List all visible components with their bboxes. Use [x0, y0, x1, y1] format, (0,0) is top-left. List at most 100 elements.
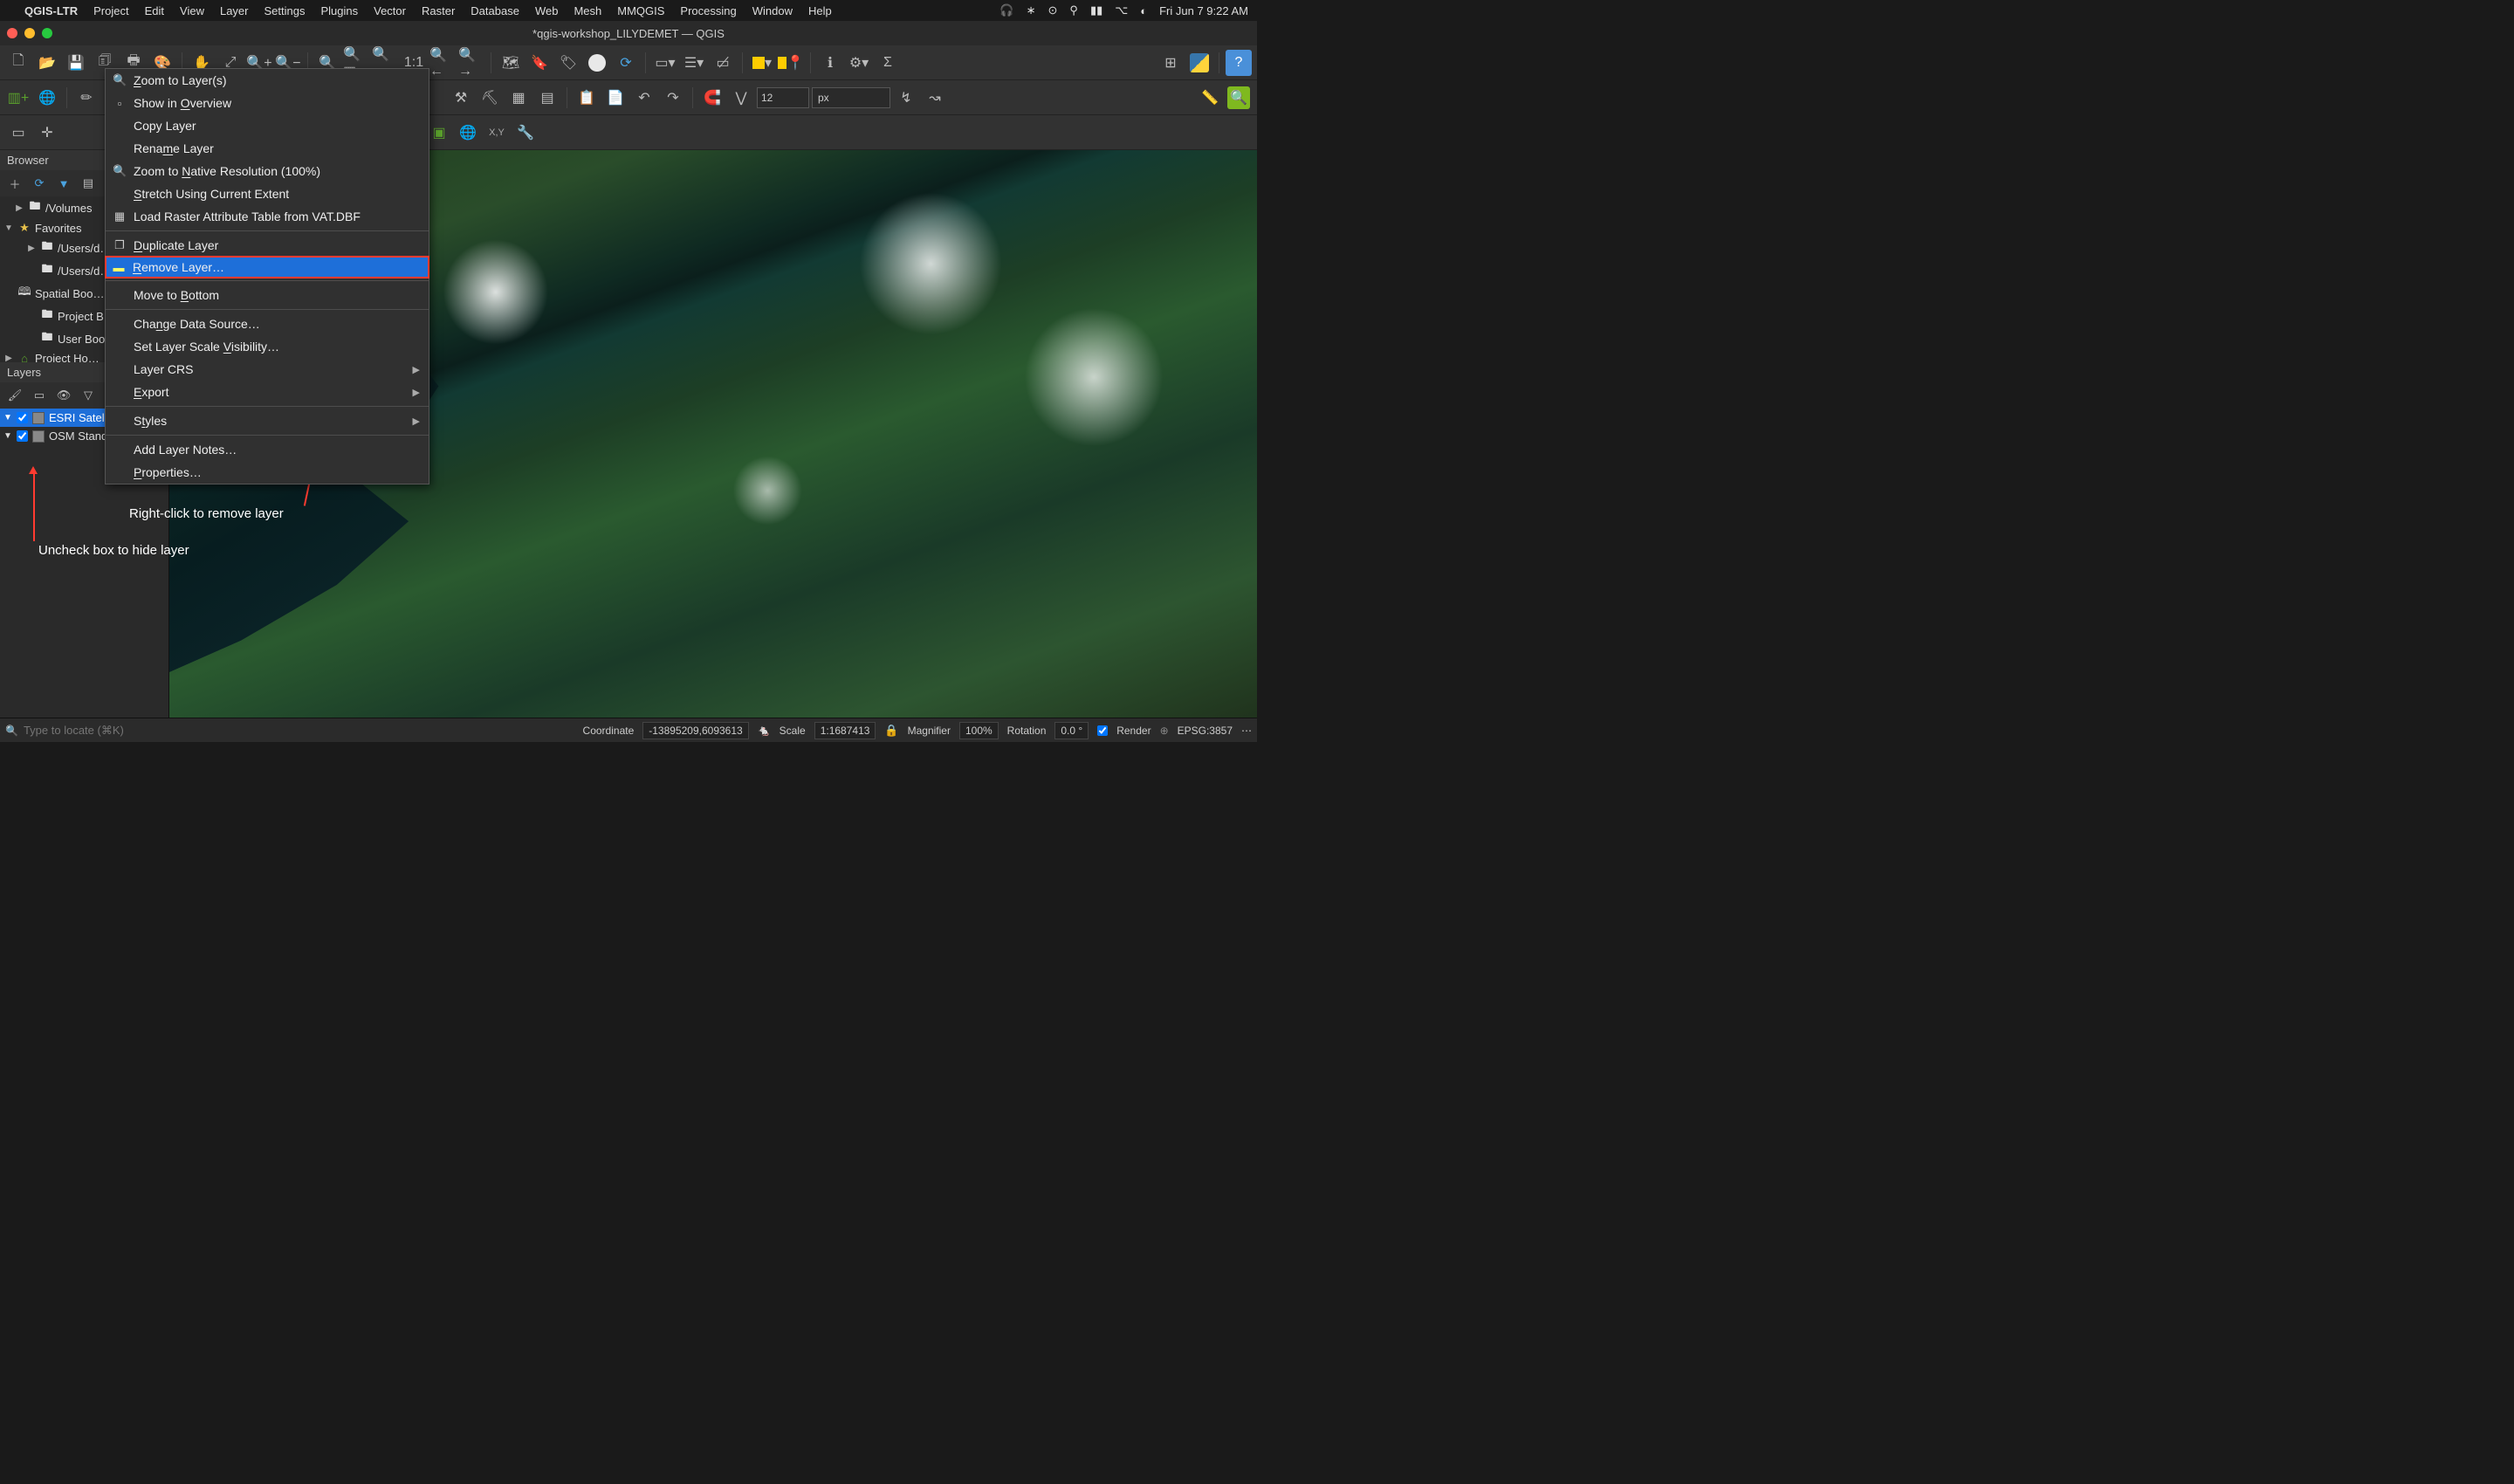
snapping-unit-combo[interactable]: px — [812, 87, 890, 108]
mouse-extent-toggle[interactable]: 🐁 — [758, 725, 771, 737]
coordinate-field[interactable]: -13895209,6093613 — [642, 722, 748, 739]
layer-visibility-checkbox[interactable] — [17, 412, 28, 423]
tool-b[interactable]: ✛ — [34, 120, 60, 146]
undo-button[interactable]: ↶ — [631, 85, 657, 111]
statistics-button[interactable]: Σ — [875, 50, 901, 76]
selection-pin-button[interactable]: 📍 — [778, 50, 804, 76]
expand-arrow-icon[interactable]: ▼ — [3, 413, 12, 423]
cm-copy-layer[interactable]: Copy Layer — [106, 114, 429, 137]
temporal-button[interactable] — [584, 50, 610, 76]
select-rect-button[interactable]: ▣ — [426, 120, 452, 146]
menu-plugins[interactable]: Plugins — [320, 4, 358, 17]
topological-editing-button[interactable]: ↯ — [893, 85, 919, 111]
processing-btn2[interactable]: ⛏ — [477, 85, 503, 111]
tracing-button[interactable]: ↝ — [922, 85, 948, 111]
rotation-field[interactable]: 0.0 ° — [1054, 722, 1089, 739]
cm-load-raster-attribute[interactable]: ▦Load Raster Attribute Table from VAT.DB… — [106, 205, 429, 228]
control-center-icon[interactable]: ⌥ — [1115, 3, 1128, 17]
menu-project[interactable]: Project — [93, 4, 128, 17]
cm-duplicate-layer[interactable]: ❐Duplicate Layer — [106, 234, 429, 257]
snapping-button[interactable]: 🧲 — [699, 85, 725, 111]
menu-processing[interactable]: Processing — [680, 4, 736, 17]
xy-button[interactable]: X,Y — [484, 120, 510, 146]
scale-lock-button[interactable]: 🔒 — [884, 724, 898, 738]
tool-a[interactable]: ▭ — [5, 120, 31, 146]
layers-filter-button[interactable]: ▽ — [79, 386, 98, 405]
cm-change-data-source[interactable]: Change Data Source… — [106, 313, 429, 335]
snapping-tolerance-input[interactable] — [757, 87, 809, 108]
python-console-button[interactable] — [1186, 50, 1212, 76]
menu-mesh[interactable]: Mesh — [574, 4, 601, 17]
menu-web[interactable]: Web — [535, 4, 559, 17]
bluetooth-icon[interactable]: ∗ — [1027, 3, 1036, 17]
battery-icon[interactable]: ▮▮ — [1090, 3, 1102, 17]
locator-input[interactable] — [24, 724, 389, 737]
browser-refresh-button[interactable]: ⟳ — [30, 174, 49, 193]
menu-vector[interactable]: Vector — [374, 4, 406, 17]
cm-move-to-bottom[interactable]: Move to Bottom — [106, 284, 429, 306]
scale-field[interactable]: 1:1687413 — [814, 722, 876, 739]
expand-arrow-icon[interactable]: ▶ — [26, 244, 37, 253]
cm-zoom-native[interactable]: 🔍Zoom to Native Resolution (100%) — [106, 160, 429, 182]
processing-btn3[interactable]: ▦ — [505, 85, 532, 111]
layers-style-button[interactable]: 🖌 — [5, 386, 24, 405]
menu-database[interactable]: Database — [471, 4, 519, 17]
siri-icon[interactable]: ◐ — [1140, 4, 1147, 17]
minimize-window-button[interactable] — [24, 28, 35, 38]
zoom-next-button[interactable]: 🔍→ — [458, 50, 484, 76]
zoom-last-button[interactable]: 🔍← — [429, 50, 456, 76]
snapping-options-button[interactable]: ⋁ — [728, 85, 754, 111]
grid-button[interactable]: ⊞ — [1157, 50, 1184, 76]
add-vector-layer-button[interactable]: ▥+ — [5, 85, 31, 111]
redo-button[interactable]: ↷ — [660, 85, 686, 111]
toggle-editing-button[interactable]: ✏ — [73, 85, 100, 111]
layers-visibility-button[interactable]: 👁 — [54, 386, 73, 405]
expand-arrow-icon[interactable]: ▶ — [3, 354, 14, 362]
zoom-window-button[interactable] — [42, 28, 52, 38]
paste-button[interactable]: 📄 — [602, 85, 628, 111]
close-window-button[interactable] — [7, 28, 17, 38]
layers-add-group-button[interactable]: ▭ — [30, 386, 49, 405]
globe-button[interactable]: 🌐 — [455, 120, 481, 146]
actions-button[interactable]: ⚙▾ — [846, 50, 872, 76]
cm-layer-crs[interactable]: Layer CRS▶ — [106, 358, 429, 381]
refresh-button[interactable]: ⟳ — [613, 50, 639, 76]
show-bookmarks-button[interactable]: 🏷 — [555, 50, 581, 76]
cm-properties[interactable]: Properties… — [106, 461, 429, 484]
cm-show-in-overview[interactable]: ▫Show in Overview — [106, 92, 429, 114]
headphones-icon[interactable]: 🎧 — [999, 3, 1013, 17]
menu-edit[interactable]: Edit — [145, 4, 164, 17]
menu-raster[interactable]: Raster — [422, 4, 455, 17]
layer-visibility-checkbox[interactable] — [17, 430, 28, 442]
new-shapefile-button[interactable]: 🌐 — [34, 85, 60, 111]
cm-zoom-to-layers[interactable]: 🔍Zoom to Layer(s) — [106, 69, 429, 92]
locator-bar[interactable]: 🔍 — [5, 724, 389, 737]
app-name[interactable]: QGIS-LTR — [24, 4, 78, 17]
expand-arrow-icon[interactable]: ▶ — [14, 203, 24, 213]
menu-window[interactable]: Window — [752, 4, 793, 17]
cm-add-layer-notes[interactable]: Add Layer Notes… — [106, 438, 429, 461]
wifi-icon[interactable]: ⚲ — [1069, 3, 1078, 17]
browser-add-button[interactable]: ＋ — [5, 174, 24, 193]
crs-icon[interactable]: ⊕ — [1160, 725, 1169, 737]
crs-label[interactable]: EPSG:3857 — [1178, 725, 1233, 737]
identify-button[interactable]: ℹ — [817, 50, 843, 76]
new-project-button[interactable]: 🗋 — [5, 50, 31, 76]
wrench-button[interactable]: 🔧 — [512, 120, 539, 146]
select-features-button[interactable]: ▭▾ — [652, 50, 678, 76]
deselect-button[interactable]: ▭̸ — [710, 50, 736, 76]
messages-button[interactable]: ⋯ — [1241, 725, 1252, 737]
render-checkbox[interactable] — [1097, 725, 1108, 736]
new-bookmark-button[interactable]: 🔖 — [526, 50, 553, 76]
cm-styles[interactable]: Styles▶ — [106, 409, 429, 432]
open-project-button[interactable]: 📂 — [34, 50, 60, 76]
save-project-button[interactable]: 💾 — [63, 50, 89, 76]
playback-icon[interactable]: ⊙ — [1048, 3, 1058, 17]
measure-button[interactable]: 📏 — [1197, 85, 1223, 111]
quick-search-button[interactable]: 🔍 — [1226, 85, 1252, 111]
browser-collapse-button[interactable]: ▤ — [79, 174, 98, 193]
expand-arrow-icon[interactable]: ▼ — [3, 223, 14, 233]
browser-filter-button[interactable]: ▼ — [54, 174, 73, 193]
select-by-value-button[interactable]: ☰▾ — [681, 50, 707, 76]
menu-mmqgis[interactable]: MMQGIS — [617, 4, 664, 17]
